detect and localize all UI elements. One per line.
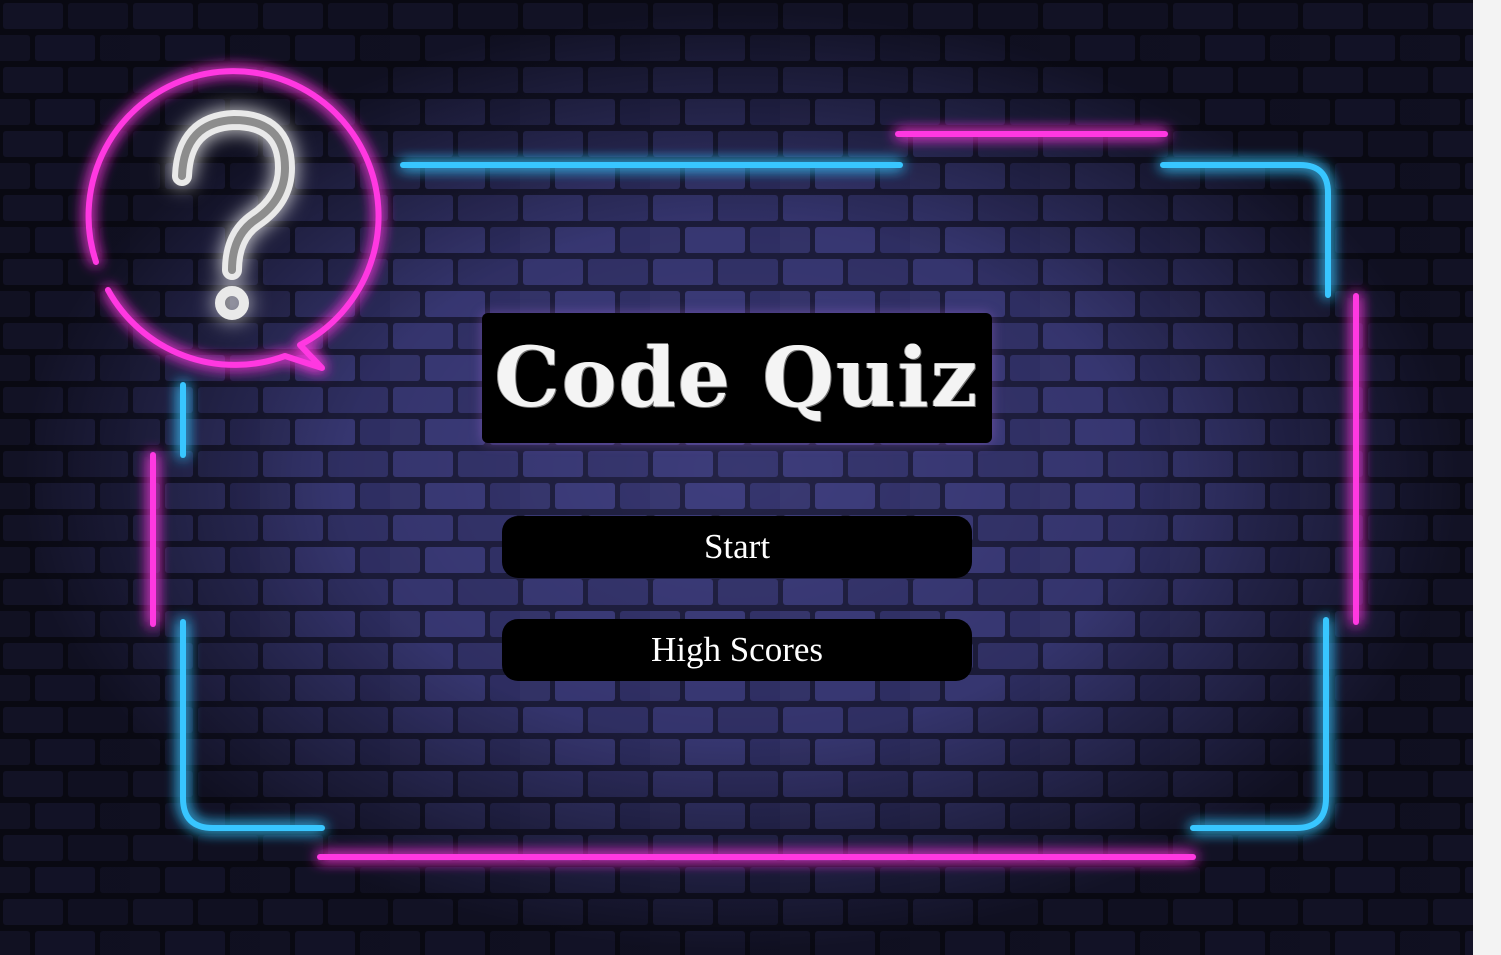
high-scores-button[interactable]: High Scores bbox=[502, 619, 972, 681]
window-edge-strip bbox=[1473, 0, 1501, 955]
start-button[interactable]: Start bbox=[502, 516, 972, 578]
quiz-start-screen: Code Quiz Start High Scores bbox=[0, 0, 1501, 955]
app-title: Code Quiz bbox=[494, 330, 980, 426]
title-banner: Code Quiz bbox=[482, 313, 992, 443]
brick-wall-background bbox=[0, 0, 1473, 955]
